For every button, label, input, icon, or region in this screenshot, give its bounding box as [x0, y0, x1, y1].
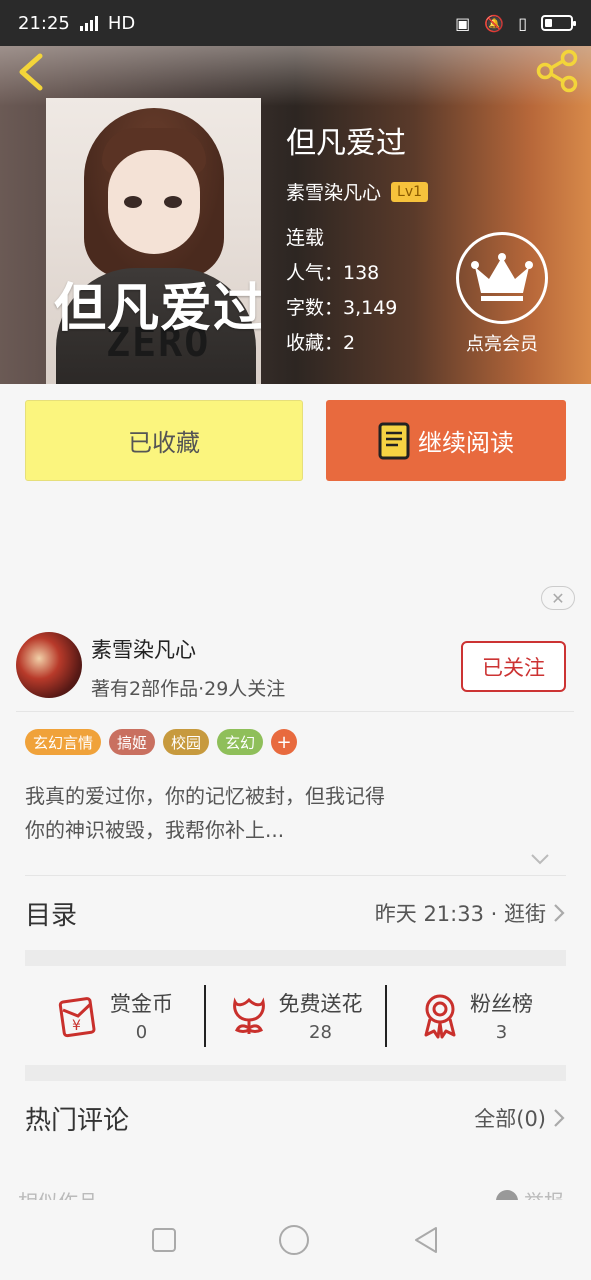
author-subtitle: 著有2部作品·29人关注	[91, 678, 286, 700]
tag[interactable]: 玄幻言情	[25, 729, 102, 755]
author-card: 素雪染凡心 著有2部作品·29人关注 已关注	[16, 632, 574, 710]
stat-value: 0	[135, 1022, 148, 1043]
red-envelope-icon: ¥	[58, 996, 96, 1037]
book-cover[interactable]: ZERO 但凡爱过	[46, 98, 261, 384]
follow-button[interactable]: 已关注	[461, 641, 566, 692]
add-tag-button[interactable]: +	[271, 729, 298, 755]
collected-button[interactable]: 已收藏	[25, 400, 303, 481]
catalog-update: 昨天 21:33 · 逛街	[374, 902, 546, 926]
book-word-count: 字数：3,149	[286, 297, 398, 319]
all-comments-link[interactable]: 全部(0)	[474, 1103, 546, 1133]
stat-value: 28	[309, 1022, 332, 1043]
book-status: 连载	[286, 227, 325, 249]
follow-label: 已关注	[482, 655, 545, 680]
battery-icon	[541, 15, 576, 31]
author-name[interactable]: 素雪染凡心	[91, 634, 196, 664]
tag[interactable]: 搞姬	[109, 729, 156, 755]
share-icon[interactable]	[535, 48, 581, 94]
book-description: 我真的爱过你，你的记忆被封，但我记得 你的神识被毁，我帮你补上...	[25, 779, 565, 847]
description-line: 我真的爱过你，你的记忆被封，但我记得	[25, 784, 385, 808]
back-chevron-icon[interactable]	[14, 50, 50, 94]
tag[interactable]: 玄幻	[217, 729, 264, 755]
crown-icon	[471, 253, 533, 301]
catalog-title: 目录	[25, 900, 78, 931]
book-author[interactable]: 素雪染凡心	[286, 178, 381, 205]
close-icon[interactable]: ✕	[541, 586, 575, 610]
stat-label: 免费送花	[278, 992, 363, 1016]
stat-label: 粉丝榜	[470, 992, 533, 1016]
stat-value: 3	[495, 1022, 508, 1043]
book-popularity: 人气：138	[286, 262, 380, 284]
reward-coin-button[interactable]: ¥ 赏金币 0	[25, 988, 204, 1043]
divider	[16, 711, 574, 712]
section-band	[25, 950, 566, 966]
book-info: 但凡爱过 素雪染凡心 Lv1 连载 人气：138 字数：3,149 收藏：2	[286, 124, 429, 361]
tag-list: 玄幻言情 搞姬 校园 玄幻 +	[25, 729, 298, 755]
tag[interactable]: 校园	[163, 729, 210, 755]
hot-comments-row[interactable]: 热门评论 全部(0)	[25, 1095, 566, 1141]
silent-icon: 🔕	[484, 13, 505, 33]
continue-reading-button[interactable]: 继续阅读	[326, 400, 566, 481]
book-icon	[378, 422, 410, 459]
signal-icon	[79, 15, 98, 31]
level-badge: Lv1	[391, 181, 429, 202]
hot-comments-title: 热门评论	[25, 1105, 130, 1136]
stats-bar: ¥ 赏金币 0 免费送花 28 粉丝榜 3	[25, 966, 566, 1065]
medal-icon	[424, 994, 456, 1038]
free-flower-button[interactable]: 免费送花 28	[206, 988, 385, 1043]
chevron-right-icon	[554, 1109, 565, 1127]
vip-button[interactable]: 点亮会员	[456, 232, 548, 356]
divider	[25, 875, 566, 876]
stat-label: 赏金币	[110, 992, 173, 1016]
avatar[interactable]	[16, 632, 82, 698]
flower-icon	[232, 996, 265, 1034]
chevron-right-icon	[554, 904, 565, 922]
fan-ranking-button[interactable]: 粉丝榜 3	[387, 988, 566, 1043]
recent-apps-icon[interactable]	[151, 1227, 177, 1253]
continue-reading-label: 继续阅读	[418, 429, 514, 457]
book-title: 但凡爱过	[286, 126, 406, 161]
status-bar: 21:25 HD ▣ 🔕 ▯	[0, 0, 591, 46]
svg-text:¥: ¥	[72, 1018, 81, 1034]
home-icon[interactable]	[278, 1224, 310, 1256]
book-hero: ZERO 但凡爱过 但凡爱过 素雪染凡心 Lv1 连载 人气：138 字数：3,…	[0, 46, 591, 384]
system-nav-bar	[0, 1200, 591, 1280]
vip-label: 点亮会员	[466, 334, 538, 355]
status-time: 21:25	[18, 12, 70, 34]
collected-label: 已收藏	[128, 429, 200, 457]
catalog-row[interactable]: 目录 昨天 21:33 · 逛街	[25, 890, 566, 936]
section-band	[25, 1065, 566, 1081]
chevron-down-icon[interactable]	[530, 852, 550, 866]
book-favorites: 收藏：2	[286, 332, 356, 354]
description-line: 你的神识被毁，我帮你补上...	[25, 818, 285, 842]
nfc-icon: ▣	[455, 13, 471, 33]
back-icon[interactable]	[412, 1225, 440, 1255]
network-label: HD	[107, 12, 136, 34]
cover-title: 但凡爱过	[54, 279, 261, 339]
vibrate-icon: ▯	[518, 13, 527, 33]
